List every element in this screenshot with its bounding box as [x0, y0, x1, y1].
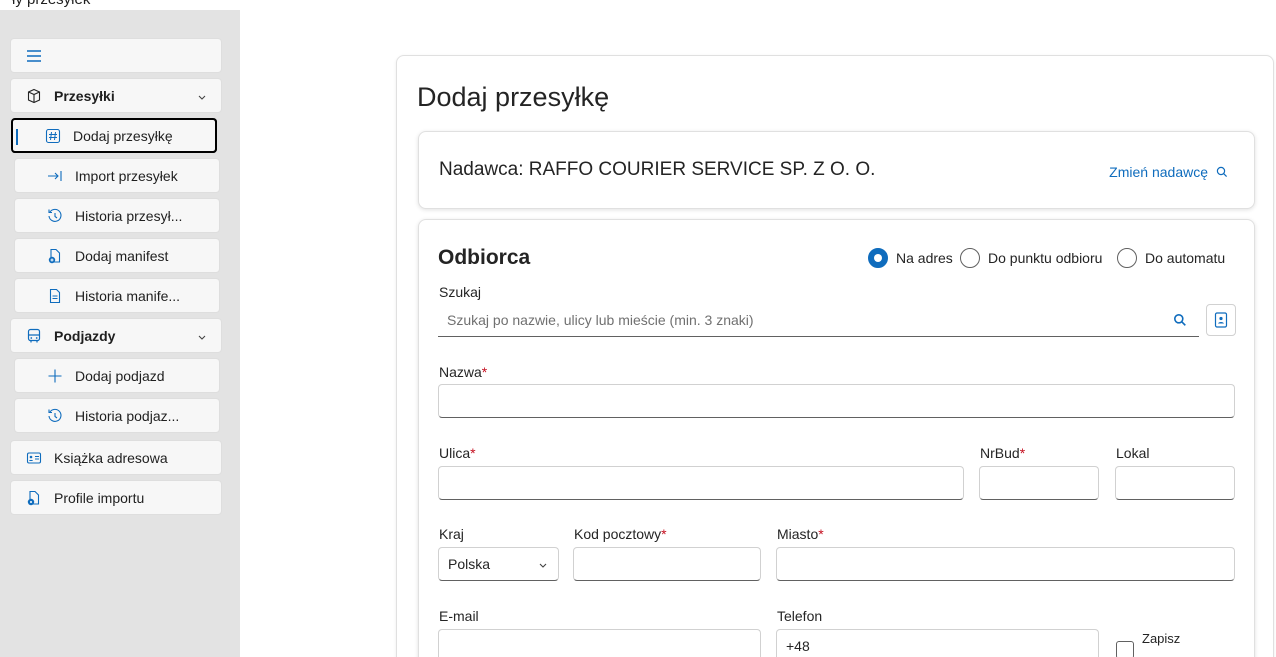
city-input[interactable]: [776, 547, 1235, 581]
recipient-card: [418, 219, 1255, 657]
menu-toggle-button[interactable]: [10, 38, 222, 73]
sidebar-item-label: Import przesyłek: [75, 167, 178, 184]
change-sender-link[interactable]: Zmień nadawcę: [1109, 164, 1228, 180]
phone-value: +48: [786, 638, 810, 654]
sidebar-group-podjazdy[interactable]: Podjazdy: [10, 318, 222, 353]
name-label: Nazwa*: [439, 364, 487, 380]
sidebar-item-label: Historia manife...: [75, 287, 181, 304]
postal-label-text: Kod pocztowy: [574, 526, 662, 542]
sidebar-item-dodaj-przesylke[interactable]: Dodaj przesyłkę: [11, 118, 217, 153]
name-label-text: Nazwa: [439, 364, 482, 380]
building-number-input[interactable]: [979, 466, 1099, 500]
phone-label: Telefon: [777, 608, 823, 624]
search-icon[interactable]: [1173, 313, 1187, 327]
sidebar-item-import-przesylek[interactable]: Import przesyłek: [14, 158, 220, 193]
search-label: Szukaj: [439, 284, 482, 300]
radio-label: Do automatu: [1145, 250, 1226, 266]
package-icon: [24, 86, 44, 106]
sidebar-item-dodaj-podjazd[interactable]: Dodaj podjazd: [14, 358, 220, 393]
sidebar-item-label: Książka adresowa: [54, 449, 168, 466]
street-input[interactable]: [438, 466, 964, 500]
required-mark: *: [661, 526, 667, 542]
email-label: E-mail: [439, 608, 479, 624]
sidebar: Przesyłki Dodaj przesyłkę Import przesył…: [0, 10, 240, 657]
country-select[interactable]: Polska: [438, 547, 559, 581]
street-label-text: Ulica: [439, 445, 471, 461]
page-title: Dodaj przesyłkę: [417, 82, 610, 112]
phone-input[interactable]: +48: [776, 629, 1099, 657]
required-mark: *: [470, 445, 476, 461]
history-icon: [45, 206, 65, 226]
save-contact-label: Zapisz: [1142, 631, 1181, 646]
building-label-text: NrBud: [980, 445, 1020, 461]
page-header-partial: ły przesyłek: [12, 0, 90, 8]
sidebar-group-label: Podjazdy: [54, 327, 116, 344]
sidebar-item-label: Historia podjaz...: [75, 407, 180, 424]
apartment-label: Lokal: [1116, 445, 1150, 461]
search-icon: [1216, 166, 1228, 178]
radio-checked-icon: [868, 248, 888, 268]
radio-label: Na adres: [896, 250, 953, 266]
postal-code-input[interactable]: [573, 547, 761, 581]
sidebar-item-label: Dodaj podjazd: [75, 367, 165, 384]
save-contact-checkbox[interactable]: [1116, 641, 1134, 657]
history-icon: [45, 406, 65, 426]
sidebar-item-label: Dodaj przesyłkę: [73, 127, 173, 144]
name-input[interactable]: [438, 384, 1235, 418]
apartment-input[interactable]: [1115, 466, 1235, 500]
chevron-down-icon: [538, 560, 548, 570]
hamburger-icon: [24, 46, 44, 66]
city-label: Miasto*: [777, 526, 824, 542]
change-sender-label: Zmień nadawcę: [1109, 164, 1208, 180]
plus-icon: [45, 366, 65, 386]
email-input[interactable]: [438, 629, 761, 657]
recipient-title: Odbiorca: [438, 246, 531, 269]
app-root: ły przesyłek Przesyłki Dodaj przesyłkę: [0, 0, 1276, 657]
search-placeholder: Szukaj po nazwie, ulicy lub mieście (min…: [447, 312, 754, 328]
import-arrow-icon: [45, 166, 65, 186]
country-label: Kraj: [439, 526, 464, 542]
required-mark: *: [1019, 445, 1026, 461]
radio-na-adres[interactable]: Na adres: [868, 248, 953, 268]
city-label-text: Miasto: [777, 526, 819, 542]
sidebar-item-profile-importu[interactable]: Profile importu: [10, 480, 222, 515]
chevron-down-icon: [197, 329, 207, 345]
document-icon: [45, 286, 65, 306]
sidebar-item-label: Historia przesył...: [75, 207, 183, 224]
sidebar-item-dodaj-manifest[interactable]: Dodaj manifest: [14, 238, 220, 273]
radio-unchecked-icon: [1117, 248, 1137, 268]
bus-icon: [24, 326, 44, 346]
radio-unchecked-icon: [960, 248, 980, 268]
selected-indicator: [16, 129, 18, 145]
sidebar-group-przesylki[interactable]: Przesyłki: [10, 78, 222, 113]
country-value: Polska: [448, 556, 491, 572]
radio-do-punktu-odbioru[interactable]: Do punktu odbioru: [960, 248, 1102, 268]
sidebar-item-label: Dodaj manifest: [75, 247, 169, 264]
radio-do-automatu[interactable]: Do automatu: [1117, 248, 1225, 268]
postal-code-label: Kod pocztowy*: [574, 526, 667, 542]
street-label: Ulica*: [439, 445, 476, 461]
sender-text: Nadawca: RAFFO COURIER SERVICE SP. Z O. …: [439, 159, 876, 180]
required-mark: *: [481, 364, 488, 380]
contact-book-icon: [1214, 312, 1228, 328]
sidebar-item-historia-manifestow[interactable]: Historia manife...: [14, 278, 220, 313]
required-mark: *: [818, 526, 824, 542]
building-label: NrBud*: [980, 445, 1025, 461]
recipient-search-input[interactable]: Szukaj po nazwie, ulicy lub mieście (min…: [438, 304, 1199, 337]
contact-card-icon: [24, 448, 44, 468]
hash-icon: [43, 126, 63, 146]
sidebar-item-historia-przesylek[interactable]: Historia przesył...: [14, 198, 220, 233]
chevron-down-icon: [197, 89, 207, 105]
sidebar-item-label: Profile importu: [54, 489, 145, 506]
document-add-icon: [45, 246, 65, 266]
sidebar-item-ksiazka-adresowa[interactable]: Książka adresowa: [10, 440, 222, 475]
address-book-button[interactable]: [1206, 304, 1236, 336]
sidebar-group-label: Przesyłki: [54, 87, 115, 104]
sidebar-item-historia-podjazdow[interactable]: Historia podjaz...: [14, 398, 220, 433]
sender-card: Nadawca: RAFFO COURIER SERVICE SP. Z O. …: [418, 131, 1255, 209]
document-settings-icon: [24, 488, 44, 508]
radio-label: Do punktu odbioru: [988, 250, 1103, 266]
